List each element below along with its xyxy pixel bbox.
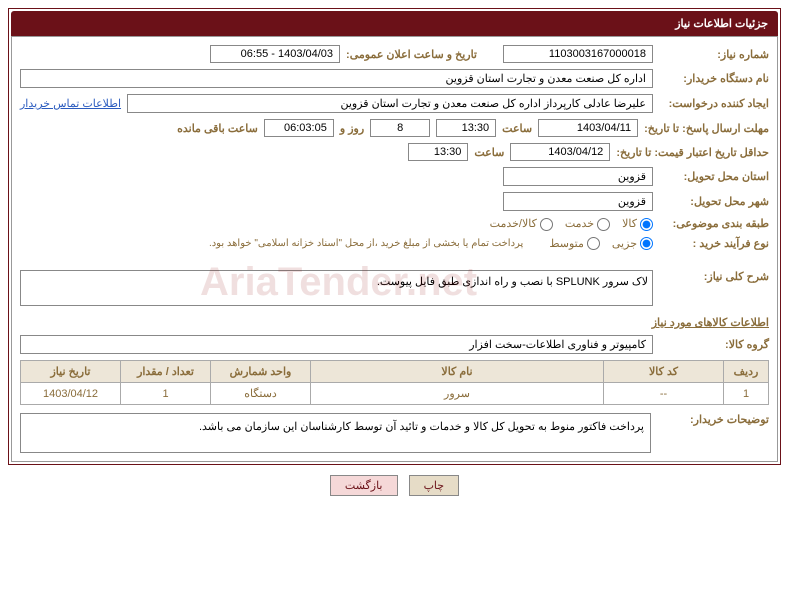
th-qty: تعداد / مقدار (121, 361, 211, 383)
goods-table: ردیف کد کالا نام کالا واحد شمارش تعداد /… (20, 360, 769, 405)
th-row: ردیف (724, 361, 769, 383)
validity-label: حداقل تاریخ اعتبار قیمت: تا تاریخ: (616, 146, 769, 159)
deadline-time: 13:30 (436, 119, 496, 137)
summary-value: لاک سرور SPLUNK با نصب و راه اندازی طبق … (20, 270, 653, 306)
radio-small-label: جزیی (612, 238, 637, 250)
radio-medium-input[interactable] (587, 237, 600, 250)
radio-small[interactable]: جزیی (612, 237, 653, 251)
requester-label: ایجاد کننده درخواست: (659, 97, 769, 110)
buyer-org-value: اداره کل صنعت معدن و تجارت استان قزوین (20, 69, 653, 88)
buyer-org-label: نام دستگاه خریدار: (659, 72, 769, 85)
summary-label: شرح کلی نیاز: (659, 270, 769, 283)
validity-time: 13:30 (408, 143, 468, 161)
countdown-value: 06:03:05 (264, 119, 334, 137)
panel-title: جزئیات اطلاعات نیاز (11, 11, 778, 36)
cell-unit: دستگاه (211, 383, 311, 405)
cell-name: سرور (311, 383, 604, 405)
time-label-1: ساعت (502, 122, 532, 135)
province-value: قزوین (503, 167, 653, 186)
radio-medium[interactable]: متوسط (549, 237, 600, 251)
cell-row: 1 (724, 383, 769, 405)
days-value: 8 (370, 119, 430, 137)
radio-goods-label: کالا (622, 218, 637, 230)
radio-small-input[interactable] (640, 237, 653, 250)
contact-link[interactable]: اطلاعات تماس خریدار (20, 97, 121, 110)
buyer-notes-label: توضیحات خریدار: (659, 413, 769, 453)
category-label: طبقه بندی موضوعی: (659, 217, 769, 230)
radio-both-label: کالا/خدمت (490, 218, 537, 230)
radio-service[interactable]: خدمت (565, 217, 610, 231)
th-code: کد کالا (604, 361, 724, 383)
radio-goods-input[interactable] (640, 218, 653, 231)
group-value: کامپیوتر و فناوری اطلاعات-سخت افزار (20, 335, 653, 354)
days-and-label: روز و (340, 122, 364, 135)
th-unit: واحد شمارش (211, 361, 311, 383)
buyer-notes-value: پرداخت فاکتور منوط به تحویل کل کالا و خد… (20, 413, 651, 453)
cell-date: 1403/04/12 (21, 383, 121, 405)
radio-service-input[interactable] (597, 218, 610, 231)
deadline-date: 1403/04/11 (538, 119, 638, 137)
radio-service-label: خدمت (565, 218, 594, 230)
announce-value: 1403/04/03 - 06:55 (210, 45, 340, 63)
deadline-label: مهلت ارسال پاسخ: تا تاریخ: (644, 122, 769, 135)
requester-value: علیرضا عادلی کارپرداز اداره کل صنعت معدن… (127, 94, 653, 113)
cell-code: -- (604, 383, 724, 405)
time-label-2: ساعت (474, 146, 504, 159)
remain-label: ساعت باقی مانده (177, 122, 258, 135)
radio-both-input[interactable] (540, 218, 553, 231)
goods-section-title: اطلاعات کالاهای مورد نیاز (20, 316, 769, 329)
need-no-value: 1103003167000018 (503, 45, 653, 63)
payment-note: پرداخت تمام یا بخشی از مبلغ خرید ،از محل… (209, 238, 523, 249)
table-row: 1 -- سرور دستگاه 1 1403/04/12 (21, 383, 769, 405)
back-button[interactable]: بازگشت (330, 475, 398, 496)
th-date: تاریخ نیاز (21, 361, 121, 383)
radio-goods[interactable]: کالا (622, 217, 653, 231)
province-label: استان محل تحویل: (659, 170, 769, 183)
need-no-label: شماره نیاز: (659, 48, 769, 61)
radio-medium-label: متوسط (549, 238, 584, 250)
cell-qty: 1 (121, 383, 211, 405)
validity-date: 1403/04/12 (510, 143, 610, 161)
group-label: گروه کالا: (659, 338, 769, 351)
print-button[interactable]: چاپ (409, 475, 460, 496)
process-label: نوع فرآیند خرید : (659, 237, 769, 250)
city-label: شهر محل تحویل: (659, 195, 769, 208)
th-name: نام کالا (311, 361, 604, 383)
radio-both[interactable]: کالا/خدمت (490, 217, 553, 231)
city-value: قزوین (503, 192, 653, 211)
announce-label: تاریخ و ساعت اعلان عمومی: (346, 48, 477, 61)
